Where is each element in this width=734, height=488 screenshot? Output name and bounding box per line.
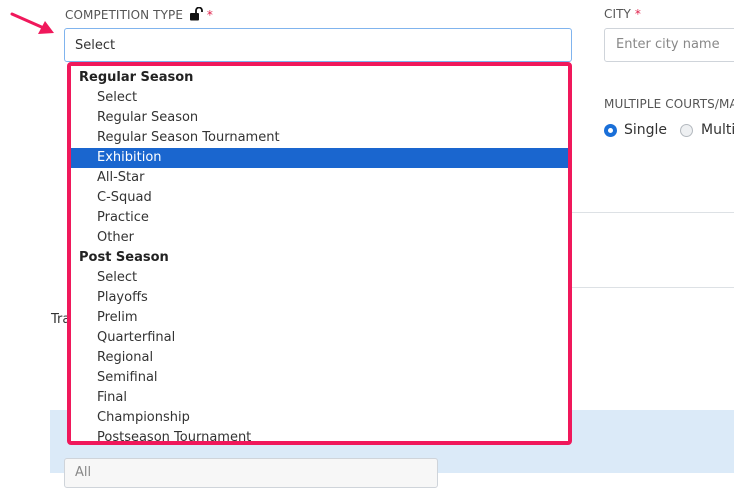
city-label-text: CITY	[604, 7, 631, 21]
radio-multi[interactable]	[680, 124, 693, 137]
select-value: Select	[75, 38, 116, 53]
dropdown-option[interactable]: Regular Season	[71, 108, 568, 128]
dropdown-option[interactable]: Quarterfinal	[71, 328, 568, 348]
dropdown-group-label: Regular Season	[79, 70, 194, 85]
bottom-select[interactable]: All	[64, 458, 438, 488]
dropdown-option[interactable]: C-Squad	[71, 188, 568, 208]
competition-type-select[interactable]: Select	[64, 28, 572, 62]
dropdown-option[interactable]: Semifinal	[71, 368, 568, 388]
city-label: CITY *	[604, 7, 641, 21]
dropdown-option[interactable]: Other	[71, 228, 568, 248]
multiple-courts-label: MULTIPLE COURTS/MATS	[604, 97, 734, 111]
city-placeholder: Enter city name	[616, 37, 720, 52]
dropdown-option[interactable]: Postseason Tournament	[71, 428, 568, 441]
radio-multi-label: Multi	[701, 122, 734, 138]
dropdown-option[interactable]: Practice	[71, 208, 568, 228]
dropdown-group-label: Post Season	[79, 250, 169, 265]
dropdown-option[interactable]: Playoffs	[71, 288, 568, 308]
arrow-pointer-icon	[10, 12, 54, 34]
competition-type-label: COMPETITION TYPE *	[65, 6, 214, 22]
radio-single[interactable]	[604, 124, 617, 137]
unlock-icon	[189, 6, 203, 21]
divider	[572, 287, 734, 288]
dropdown-option[interactable]: Regional	[71, 348, 568, 368]
dropdown-option[interactable]: Prelim	[71, 308, 568, 328]
competition-type-dropdown[interactable]: Regular Season Select Regular Season Regula…	[67, 62, 572, 445]
required-mark: *	[634, 7, 642, 21]
city-input[interactable]: Enter city name	[604, 28, 734, 62]
dropdown-option[interactable]: Select	[71, 88, 568, 108]
dropdown-option[interactable]: Championship	[71, 408, 568, 428]
divider	[572, 212, 734, 213]
dropdown-list: Regular Season Select Regular Season Regula…	[71, 66, 568, 441]
competition-type-label-text: COMPETITION TYPE	[65, 8, 184, 22]
radio-single-label: Single	[624, 122, 668, 138]
dropdown-option[interactable]: Regular Season Tournament	[71, 128, 568, 148]
required-mark: *	[206, 8, 214, 22]
dropdown-option[interactable]: All-Star	[71, 168, 568, 188]
dropdown-option[interactable]: Select	[71, 268, 568, 288]
dropdown-option[interactable]: Final	[71, 388, 568, 408]
dropdown-option[interactable]: Exhibition	[71, 148, 568, 168]
